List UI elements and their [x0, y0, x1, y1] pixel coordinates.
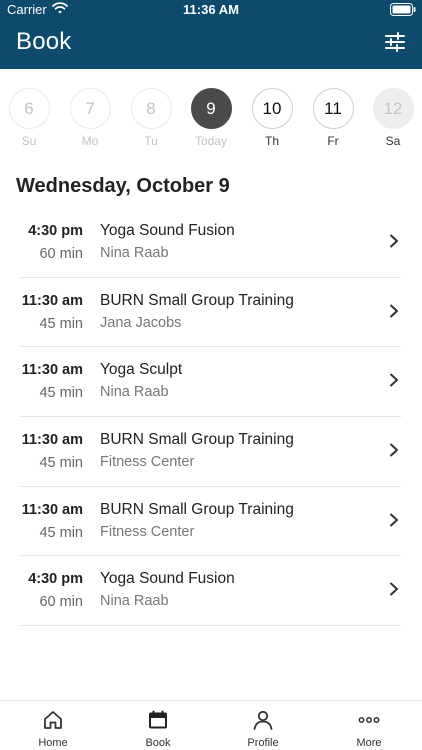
day-picker-friday[interactable]: 11 Fr	[311, 88, 355, 148]
class-row[interactable]: 4:30 pm 60 min Yoga Sound Fusion Nina Ra…	[21, 208, 401, 278]
class-name: Yoga Sound Fusion	[100, 570, 235, 588]
chevron-right-icon	[390, 582, 398, 596]
day-number: 7	[69, 88, 111, 129]
day-picker-thursday[interactable]: 10 Th	[250, 88, 294, 148]
tab-home[interactable]: Home	[18, 701, 88, 750]
tab-more[interactable]: More	[334, 701, 404, 750]
class-name: Yoga Sound Fusion	[100, 222, 235, 239]
class-instructor: Fitness Center	[100, 523, 195, 540]
class-name: Yoga Sculpt	[100, 361, 183, 379]
class-duration: 45 min	[39, 385, 83, 402]
day-picker-monday[interactable]: 7 Mo	[68, 88, 112, 148]
class-row[interactable]: 11:30 am 45 min BURN Small Group Trainin…	[21, 417, 401, 487]
day-picker-tuesday[interactable]: 8 Tu	[129, 88, 173, 148]
day-number: 6	[8, 88, 50, 129]
chevron-right-icon	[390, 513, 398, 527]
class-time: 4:30 pm	[28, 223, 83, 239]
day-number: 11	[312, 88, 354, 129]
class-time: 4:30 pm	[28, 571, 83, 588]
class-time: 11:30 am	[21, 432, 83, 449]
class-instructor: Fitness Center	[100, 454, 195, 471]
day-picker-today[interactable]: 9 Today	[189, 88, 233, 148]
class-duration: 45 min	[39, 455, 83, 472]
day-picker-saturday[interactable]: 12 Sa	[371, 88, 415, 148]
day-label: Sa	[385, 134, 401, 148]
class-instructor: Nina Raab	[100, 245, 169, 261]
sliders-icon[interactable]	[384, 32, 406, 52]
tab-label: More	[356, 737, 382, 749]
tab-label: Book	[145, 737, 171, 749]
week-day-picker: 6 Su 7 Mo 8 Tu 9 Today 10 Th 11 Fr 12 Sa	[0, 88, 422, 158]
selected-date-heading: Wednesday, October 9	[16, 175, 230, 197]
class-time: 11:30 am	[21, 501, 83, 518]
chevron-right-icon	[390, 443, 398, 457]
day-label: Th	[264, 134, 279, 148]
page-title: Book	[16, 28, 72, 55]
chevron-right-icon	[390, 234, 398, 248]
day-label: Today	[194, 134, 228, 148]
day-picker-sunday[interactable]: 6 Su	[7, 88, 51, 148]
tab-bar: Home Book Profile More	[0, 700, 422, 750]
app-header: Carrier 11:36 AM Book	[0, 0, 422, 69]
class-list: 4:30 pm 60 min Yoga Sound Fusion Nina Ra…	[21, 208, 401, 627]
tab-label: Profile	[247, 737, 279, 749]
day-label: Su	[21, 134, 37, 148]
calendar-icon	[149, 710, 167, 729]
class-row[interactable]: 4:30 pm 60 min Yoga Sound Fusion Nina Ra…	[21, 556, 401, 627]
status-bar: Carrier 11:36 AM	[0, 0, 422, 20]
class-time: 11:30 am	[21, 292, 83, 309]
chevron-right-icon	[390, 373, 398, 387]
class-name: BURN Small Group Training	[100, 431, 294, 449]
day-number: 10	[251, 88, 293, 129]
class-duration: 45 min	[39, 524, 83, 541]
tab-profile[interactable]: Profile	[228, 701, 298, 750]
class-time: 11:30 am	[21, 362, 83, 379]
day-label: Fr	[327, 134, 339, 148]
class-row[interactable]: 11:30 am 45 min Yoga Sculpt Nina Raab	[21, 347, 401, 418]
class-instructor: Nina Raab	[100, 384, 169, 401]
class-row[interactable]: 11:30 am 45 min BURN Small Group Trainin…	[21, 278, 401, 348]
class-instructor: Jana Jacobs	[100, 314, 182, 331]
class-duration: 60 min	[39, 594, 83, 611]
home-icon	[44, 711, 62, 729]
tab-label: Home	[38, 737, 68, 749]
day-number: 12	[372, 88, 414, 129]
class-name: BURN Small Group Training	[100, 500, 294, 518]
tab-book[interactable]: Book	[123, 701, 193, 750]
chevron-right-icon	[390, 304, 398, 318]
person-icon	[253, 710, 273, 730]
day-number: 9	[190, 88, 232, 129]
battery-icon	[390, 3, 416, 16]
class-duration: 45 min	[39, 315, 83, 332]
status-time: 11:36 AM	[183, 2, 239, 17]
day-label: Mo	[81, 134, 99, 148]
class-duration: 60 min	[39, 246, 83, 262]
class-row[interactable]: 11:30 am 45 min BURN Small Group Trainin…	[21, 487, 401, 557]
day-number: 8	[130, 88, 172, 129]
day-label: Tu	[144, 134, 158, 148]
more-dots-icon	[358, 717, 380, 723]
class-instructor: Nina Raab	[100, 593, 169, 610]
class-name: BURN Small Group Training	[100, 291, 294, 309]
